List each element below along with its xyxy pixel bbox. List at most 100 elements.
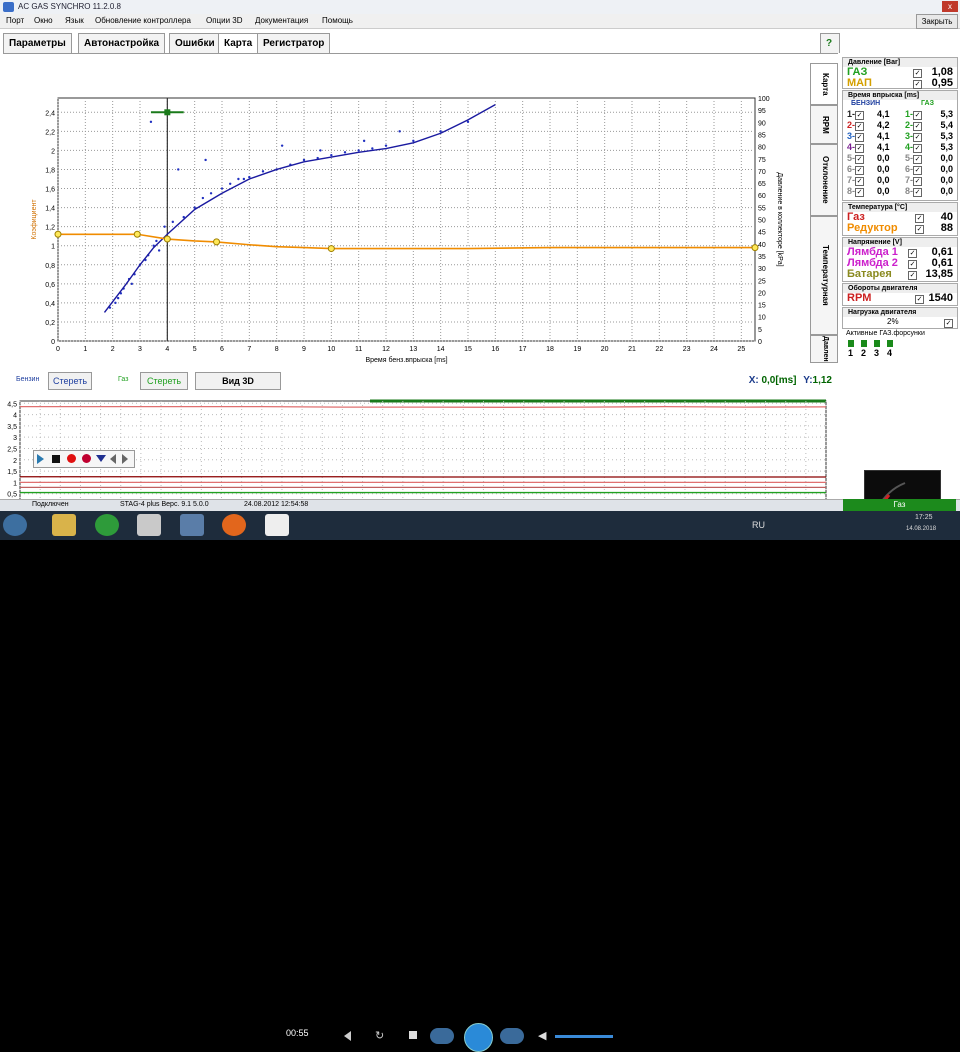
scatter-point [412,140,414,142]
injection-gas-checkbox[interactable]: ✓ [913,166,922,175]
app-icon-2[interactable] [180,514,204,536]
injection-petrol-number: 4- [847,142,855,153]
injection-petrol-checkbox[interactable]: ✓ [855,122,864,131]
tab-recorder[interactable]: Регистратор [257,33,330,53]
window-titlebar: AC GAS SYNCHRO 11.2.0.8 x [0,0,960,14]
scatter-point [202,197,204,199]
voltage-lambda1-checkbox[interactable]: ✓ [908,249,917,258]
y-tick-label: 0,4 [45,301,55,308]
menu-language[interactable]: Язык [65,16,84,25]
shuffle-icon[interactable] [344,1031,351,1041]
language-indicator[interactable]: RU [752,520,765,530]
injection-gas-value: 5,3 [940,142,953,153]
vtab-temp-correction[interactable]: Температурная доп.коррекция [810,216,838,335]
injection-petrol-checkbox[interactable]: ✓ [855,166,864,175]
y2-tick-label: 65 [758,181,766,188]
injection-petrol-checkbox[interactable]: ✓ [855,188,864,197]
injection-petrol-checkbox[interactable]: ✓ [855,133,864,142]
pressure-map-value: 0,95 [932,78,953,89]
vtab-rpm-correction[interactable]: RPM коррекция [810,105,838,144]
stop-media-icon[interactable] [409,1031,417,1039]
x-value: 0,0[ms] [761,375,796,386]
injection-gas-checkbox[interactable]: ✓ [913,188,922,197]
tab-map[interactable]: Карта [218,33,258,53]
pressure-gas-checkbox[interactable]: ✓ [913,69,922,78]
injection-gas-checkbox[interactable]: ✓ [913,155,922,164]
volume-icon[interactable]: ◀ [538,1029,546,1042]
temperature-reducer-checkbox[interactable]: ✓ [915,225,924,234]
injection-gas-checkbox[interactable]: ✓ [913,122,922,131]
os-taskbar: 00:55 ↻ ◀ RU 17:25 14.08.2018 [0,511,960,540]
voltage-lambda2-checkbox[interactable]: ✓ [908,260,917,269]
help-tab[interactable]: ? [820,33,840,53]
tab-autotune[interactable]: Автонастройка [78,33,165,53]
step-back-icon[interactable] [110,454,116,464]
menu-help[interactable]: Помощь [322,16,353,25]
petrol-clear-button[interactable]: Стереть [48,372,92,390]
load-checkbox[interactable]: ✓ [944,319,953,328]
temperature-gas-checkbox[interactable]: ✓ [915,214,924,223]
vtab-map[interactable]: Карта [810,63,838,105]
chrome-icon[interactable] [95,514,119,536]
injection-petrol-value: 0,0 [877,164,890,175]
rpm-checkbox[interactable]: ✓ [915,295,924,304]
folder-icon[interactable] [52,514,76,536]
injection-gas-checkbox[interactable]: ✓ [913,144,922,153]
exit-button[interactable]: Закрыть [916,14,958,29]
tab-errors[interactable]: Ошибки [169,33,221,53]
y-tick-label: 2,2 [45,129,55,136]
injection-gas-checkbox[interactable]: ✓ [913,177,922,186]
menu-port[interactable]: Порт [6,16,24,25]
app-icon-1[interactable] [137,514,161,536]
ac-gas-icon[interactable] [265,514,289,536]
injection-petrol-checkbox[interactable]: ✓ [855,111,864,120]
pressure-map-checkbox[interactable]: ✓ [913,80,922,89]
injector-label: 2 [861,348,866,358]
forward-icon[interactable] [500,1028,524,1044]
scatter-point [177,168,179,170]
scatter-point [114,302,116,304]
injection-petrol-checkbox[interactable]: ✓ [855,177,864,186]
vtab-pressure-correction[interactable]: Давление доп.коррекция [810,335,838,363]
y2-tick-label: 70 [758,169,766,176]
map-chart[interactable]: 0123456789101112131415161718192021222324… [0,58,808,370]
y2-tick-label: 95 [758,108,766,115]
play-pause-icon[interactable] [464,1023,493,1052]
menu-options-3d[interactable]: Опции 3D [206,16,243,25]
injection-petrol-number: 1- [847,109,855,120]
injector-led [887,340,893,347]
y-tick-label: 1 [51,244,55,251]
player-time: 00:55 [286,1028,309,1038]
injection-gas-checkbox[interactable]: ✓ [913,111,922,120]
rewind-icon[interactable] [430,1028,454,1044]
record-icon[interactable] [67,454,76,463]
scatter-point [303,159,305,161]
injection-petrol-checkbox[interactable]: ✓ [855,155,864,164]
record-alt-icon[interactable] [82,454,91,463]
menu-update-controller[interactable]: Обновление контроллера [95,16,191,25]
gas-clear-button[interactable]: Стереть [140,372,188,390]
vtab-deviation[interactable]: Отклонение [810,144,838,216]
view-3d-button[interactable]: Вид 3D [195,372,281,390]
voltage-battery-checkbox[interactable]: ✓ [908,271,917,280]
gas-mode-button[interactable]: Газ [843,499,956,511]
injection-petrol-value: 4,1 [877,131,890,142]
injection-petrol-checkbox[interactable]: ✓ [855,144,864,153]
start-icon[interactable] [3,514,27,536]
firefox-icon[interactable] [222,514,246,536]
tab-parameters[interactable]: Параметры [3,33,72,53]
play-icon[interactable] [37,454,44,464]
close-window-button[interactable]: x [942,1,958,12]
menu-bar: Порт Окно Язык Обновление контроллера Оп… [0,14,960,29]
y2-tick-label: 30 [758,266,766,273]
injection-gas-checkbox[interactable]: ✓ [913,133,922,142]
repeat-icon[interactable]: ↻ [375,1029,384,1042]
volume-slider[interactable] [555,1035,613,1038]
menu-window[interactable]: Окно [34,16,53,25]
marker-down-icon[interactable] [96,455,106,462]
injector-label: 4 [887,348,892,358]
step-forward-icon[interactable] [122,454,128,464]
coefficient-point [134,231,140,237]
stop-icon[interactable] [52,455,60,463]
menu-documentation[interactable]: Документация [255,16,308,25]
